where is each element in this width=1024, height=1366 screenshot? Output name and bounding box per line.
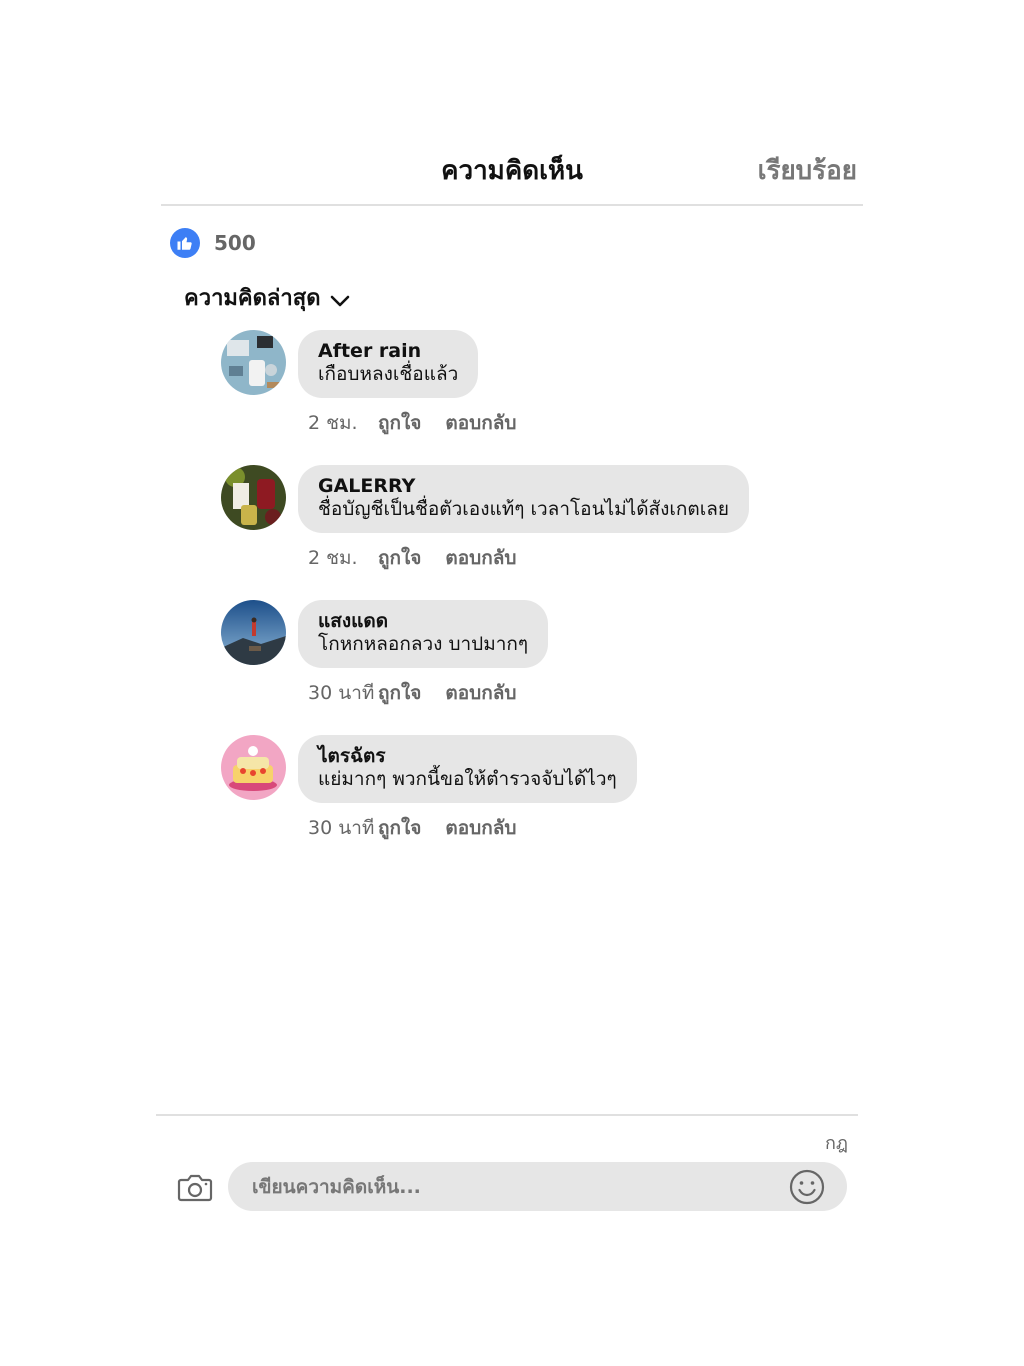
- comment-text: เกือบหลงเชื่อแล้ว: [318, 363, 459, 385]
- reply-link[interactable]: ตอบกลับ: [445, 408, 516, 438]
- comment-time: 30 นาที: [308, 817, 375, 839]
- comment-author[interactable]: GALERRY: [318, 475, 729, 497]
- done-button[interactable]: เรียบร้อย: [758, 150, 857, 191]
- like-link[interactable]: ถูกใจ: [378, 408, 421, 438]
- sort-label: ความคิดล่าสุด: [184, 286, 321, 311]
- comment-text: แย่มากๆ พวกนี้ขอให้ตำรวจจับได้ไวๆ: [318, 768, 617, 790]
- reply-link[interactable]: ตอบกลับ: [445, 813, 516, 843]
- composer-divider: [156, 1114, 858, 1116]
- like-link[interactable]: ถูกใจ: [378, 813, 421, 843]
- emoji-icon[interactable]: [789, 1169, 825, 1205]
- reply-link[interactable]: ตอบกลับ: [445, 678, 516, 708]
- comment-item: GALERRY ชื่อบัญชีเป็นชื่อตัวเองแท้ๆ เวลา…: [221, 465, 861, 600]
- avatar[interactable]: [221, 735, 286, 800]
- comment-meta: 2 ชม. ถูกใจ ตอบกลับ: [308, 408, 516, 438]
- comment-bubble[interactable]: After rain เกือบหลงเชื่อแล้ว: [298, 330, 479, 398]
- comment-author[interactable]: แสงแดด: [318, 610, 528, 632]
- header-bar: ความคิดเห็น เรียบร้อย: [161, 140, 863, 206]
- comment-meta: 30 นาที ถูกใจ ตอบกลับ: [308, 678, 516, 708]
- rules-label: กฎ: [825, 1133, 848, 1154]
- comment-item: After rain เกือบหลงเชื่อแล้ว 2 ชม. ถูกใจ…: [221, 330, 861, 465]
- comment-time: 2 ชม.: [308, 412, 358, 434]
- avatar[interactable]: [221, 465, 286, 530]
- likes-count: 500: [214, 231, 256, 255]
- comment-meta: 2 ชม. ถูกใจ ตอบกลับ: [308, 543, 516, 573]
- comment-time: 30 นาที: [308, 682, 375, 704]
- thumbs-up-icon: [170, 228, 200, 258]
- like-link[interactable]: ถูกใจ: [378, 678, 421, 708]
- comment-text: โกหกหลอกลวง บาปมากๆ: [318, 633, 529, 655]
- avatar[interactable]: [221, 600, 286, 665]
- comment-composer: [228, 1162, 847, 1211]
- comment-item: ไตรฉัตร แย่มากๆ พวกนี้ขอให้ตำรวจจับได้ไว…: [221, 735, 861, 870]
- comment-author[interactable]: ไตรฉัตร: [318, 745, 617, 767]
- reply-link[interactable]: ตอบกลับ: [445, 543, 516, 573]
- comment-text: ชื่อบัญชีเป็นชื่อตัวเองแท้ๆ เวลาโอนไม่ได…: [318, 498, 730, 520]
- comment-time: 2 ชม.: [308, 547, 358, 569]
- chevron-down-icon: [330, 294, 350, 308]
- comment-author[interactable]: After rain: [318, 340, 458, 362]
- like-link[interactable]: ถูกใจ: [378, 543, 421, 573]
- comment-meta: 30 นาที ถูกใจ ตอบกลับ: [308, 813, 516, 843]
- avatar[interactable]: [221, 330, 286, 395]
- comment-list: After rain เกือบหลงเชื่อแล้ว 2 ชม. ถูกใจ…: [221, 330, 861, 870]
- comment-bubble[interactable]: GALERRY ชื่อบัญชีเป็นชื่อตัวเองแท้ๆ เวลา…: [298, 465, 750, 533]
- sort-dropdown[interactable]: ความคิดล่าสุด: [184, 280, 350, 315]
- comment-item: แสงแดด โกหกหลอกลวง บาปมากๆ 30 นาที ถูกใจ…: [221, 600, 861, 735]
- comment-bubble[interactable]: ไตรฉัตร แย่มากๆ พวกนี้ขอให้ตำรวจจับได้ไว…: [298, 735, 637, 803]
- comment-input[interactable]: [252, 1162, 772, 1211]
- camera-icon[interactable]: [177, 1170, 213, 1204]
- likes-summary[interactable]: 500: [170, 228, 256, 258]
- comment-bubble[interactable]: แสงแดด โกหกหลอกลวง บาปมากๆ: [298, 600, 549, 668]
